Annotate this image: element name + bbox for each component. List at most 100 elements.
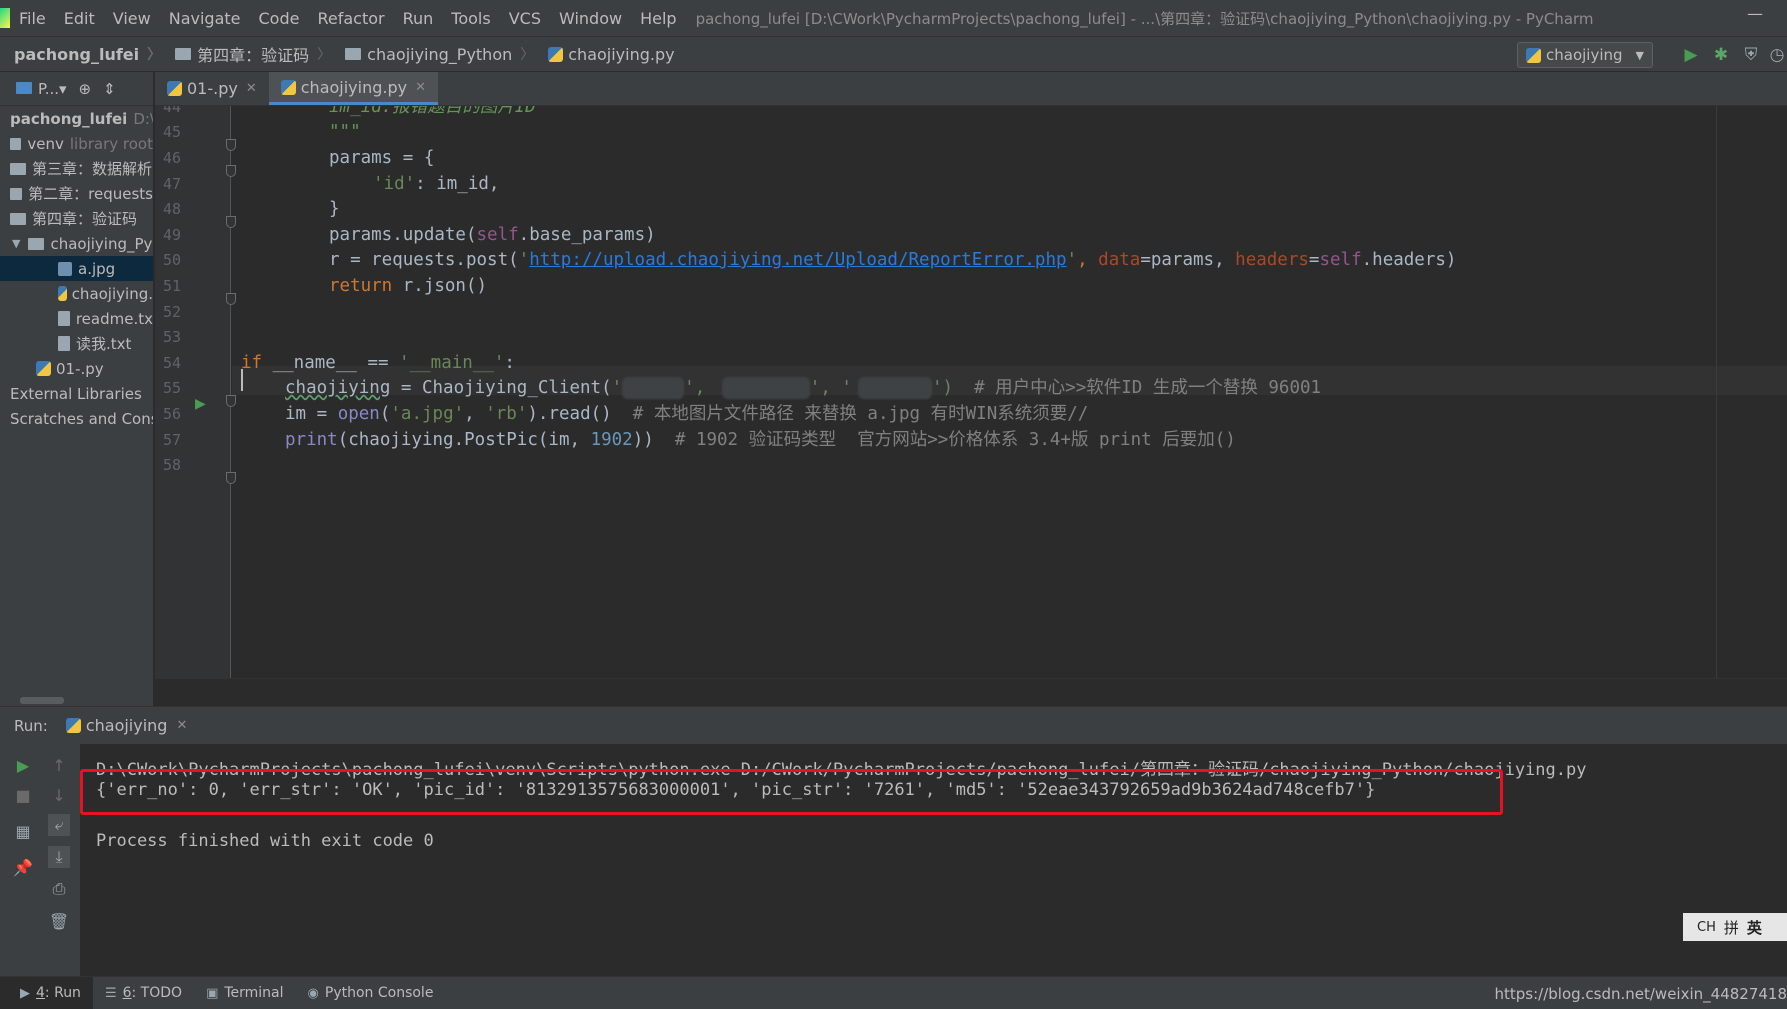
debug-bug-icon[interactable]: ✱ bbox=[1711, 45, 1731, 65]
tool-window-terminal[interactable]: ▣ Terminal bbox=[194, 977, 295, 1009]
tab-chaojiying-py[interactable]: chaojiying.py ✕ bbox=[268, 72, 438, 105]
tree-item-01-py[interactable]: 01-.py bbox=[0, 356, 153, 381]
editor-horizontal-scrollbar[interactable] bbox=[155, 678, 1787, 706]
coverage-shield-icon[interactable]: ⛨ bbox=[1741, 45, 1761, 65]
redacted-blur bbox=[721, 377, 810, 399]
soft-wrap-icon[interactable]: ⤶ bbox=[48, 814, 70, 836]
tree-item-project-root[interactable]: pachong_lufei D:\C bbox=[0, 106, 153, 131]
pin-icon[interactable]: 📌 bbox=[12, 856, 34, 878]
minimize-button[interactable]: — bbox=[1747, 4, 1763, 23]
tree-item-readme-cn[interactable]: 读我.txt bbox=[0, 331, 153, 356]
url-link[interactable]: http://upload.chaojiying.net/Upload/Repo… bbox=[529, 250, 1066, 270]
project-view-selector[interactable]: P...▾ bbox=[16, 80, 67, 98]
fold-marker-icon[interactable] bbox=[226, 139, 236, 151]
close-icon[interactable]: ✕ bbox=[415, 80, 426, 95]
string: 'rb' bbox=[485, 404, 528, 424]
fold-marker-icon[interactable] bbox=[226, 216, 236, 228]
line-number: 56 bbox=[163, 405, 182, 423]
string: ' bbox=[518, 250, 530, 270]
folder-icon bbox=[10, 187, 23, 200]
code-text: )) bbox=[632, 430, 654, 450]
menu-window[interactable]: Window bbox=[550, 9, 631, 28]
docstring: """ bbox=[329, 122, 361, 142]
code-text: , bbox=[1077, 250, 1099, 270]
string: ' bbox=[611, 378, 623, 398]
python-file-icon bbox=[36, 361, 51, 376]
breadcrumb-separator-icon: 〉 bbox=[147, 47, 162, 63]
tree-item-external-libraries[interactable]: External Libraries bbox=[0, 381, 153, 406]
code-text: params = { bbox=[329, 148, 435, 168]
tree-item-chapter4[interactable]: 第四章：验证码 bbox=[0, 206, 153, 231]
tree-item-label: 01-.py bbox=[56, 359, 104, 378]
menu-vcs[interactable]: VCS bbox=[500, 9, 550, 28]
menu-code[interactable]: Code bbox=[250, 9, 309, 28]
arrow-up-icon[interactable]: ↑ bbox=[48, 754, 70, 776]
tool-window-run[interactable]: ▶ 4: Run bbox=[0, 977, 93, 1009]
menu-refactor[interactable]: Refactor bbox=[308, 9, 393, 28]
editor-gutter: 44 45 46 47 48 49 50 51 52 53 54 55 56 5… bbox=[155, 106, 231, 678]
tab-label: chaojiying.py bbox=[300, 77, 408, 97]
right-margin-guide bbox=[1716, 106, 1717, 678]
fold-marker-icon[interactable] bbox=[226, 165, 236, 177]
tool-window-python-console[interactable]: ◉ Python Console bbox=[296, 977, 446, 1009]
profile-clock-icon[interactable]: ◷ bbox=[1767, 45, 1787, 65]
tree-item-readme[interactable]: readme.tx bbox=[0, 306, 153, 331]
run-toolbar: ▶ ↑ ■ ↓ ⤶ ▦ ⤓ 📌 ⎙ 🗑 bbox=[0, 744, 80, 976]
stop-icon[interactable]: ■ bbox=[12, 784, 34, 806]
layout-icon[interactable]: ▦ bbox=[12, 820, 34, 842]
ime-status-widget[interactable]: CH 拼 英 bbox=[1683, 913, 1787, 941]
string: ', bbox=[684, 378, 716, 398]
print-icon[interactable]: ⎙ bbox=[48, 878, 70, 900]
tool-window-todo[interactable]: ☰ 6: TODO bbox=[93, 977, 194, 1009]
code-text: r = requests.post( bbox=[329, 250, 519, 270]
line-number: 46 bbox=[163, 149, 182, 167]
run-tab-chaojiying[interactable]: chaojiying ✕ bbox=[65, 716, 187, 735]
close-icon[interactable]: ✕ bbox=[176, 718, 187, 733]
scroll-to-end-icon[interactable]: ⤓ bbox=[48, 846, 70, 868]
run-gutter-icon[interactable]: ▶ bbox=[195, 396, 206, 412]
tree-item-chaojiying-python[interactable]: ▼ chaojiying_Py bbox=[0, 231, 153, 256]
trash-icon[interactable]: 🗑 bbox=[48, 910, 70, 932]
menu-view[interactable]: View bbox=[104, 9, 160, 28]
project-horizontal-scrollbar[interactable] bbox=[20, 697, 64, 704]
line-number: 48 bbox=[163, 200, 182, 218]
tree-item-chapter3[interactable]: 第三章：数据解析 bbox=[0, 156, 153, 181]
code-text: = bbox=[1308, 250, 1320, 270]
arrow-down-icon[interactable]: ↓ bbox=[48, 784, 70, 806]
fold-marker-icon[interactable] bbox=[226, 472, 236, 484]
menu-edit[interactable]: Edit bbox=[55, 9, 104, 28]
locate-target-icon[interactable]: ⊕ bbox=[79, 80, 92, 98]
breadcrumb-file[interactable]: chaojiying.py bbox=[534, 45, 675, 64]
menu-run[interactable]: Run bbox=[394, 9, 443, 28]
breadcrumb-separator-icon: 〉 bbox=[317, 47, 332, 63]
watermark-url: https://blog.csdn.net/weixin_44827418 bbox=[1494, 985, 1787, 1003]
menu-tools[interactable]: Tools bbox=[442, 9, 499, 28]
code-line-57: print(chaojiying.PostPic(im, 1902)) # 19… bbox=[241, 426, 1236, 455]
tree-item-scratches[interactable]: Scratches and Cons bbox=[0, 406, 153, 431]
close-icon[interactable]: ✕ bbox=[246, 81, 257, 96]
menu-navigate[interactable]: Navigate bbox=[160, 9, 250, 28]
expand-arrow-icon[interactable]: ▼ bbox=[12, 237, 20, 250]
collapse-all-icon[interactable]: ⇕ bbox=[103, 80, 116, 98]
tree-item-chaojiying-py[interactable]: chaojiying. bbox=[0, 281, 153, 306]
comment: # 用户中心>>软件ID 生成一个替换 96001 bbox=[953, 378, 1322, 398]
tab-01-py[interactable]: 01-.py ✕ bbox=[155, 72, 269, 105]
run-configuration-select[interactable]: chaojiying ▼ bbox=[1517, 42, 1653, 68]
code-line-46: params = { bbox=[241, 144, 434, 173]
menu-bar: File Edit View Navigate Code Refactor Ru… bbox=[0, 0, 1787, 36]
run-icon[interactable]: ▶ bbox=[1681, 45, 1701, 65]
breadcrumb-project[interactable]: pachong_lufei 〉 bbox=[0, 44, 161, 64]
fold-marker-icon[interactable] bbox=[226, 293, 236, 305]
rerun-icon[interactable]: ▶ bbox=[12, 754, 34, 776]
tree-item-a-jpg[interactable]: a.jpg bbox=[0, 256, 153, 281]
code-editor[interactable]: 44 45 46 47 48 49 50 51 52 53 54 55 56 5… bbox=[155, 106, 1787, 678]
fold-marker-icon[interactable] bbox=[226, 395, 236, 407]
breadcrumb-chapter4[interactable]: 第四章：验证码〉 bbox=[161, 42, 331, 66]
tree-item-venv[interactable]: venv library root bbox=[0, 131, 153, 156]
breadcrumb-chaojiying-python[interactable]: chaojiying_Python 〉 bbox=[331, 44, 534, 64]
tree-item-chapter2[interactable]: 第二章：requests bbox=[0, 181, 153, 206]
shortcut-key: 6 bbox=[122, 985, 132, 1001]
python-icon bbox=[1526, 47, 1541, 63]
menu-file[interactable]: File bbox=[10, 9, 55, 28]
menu-help[interactable]: Help bbox=[631, 9, 685, 28]
